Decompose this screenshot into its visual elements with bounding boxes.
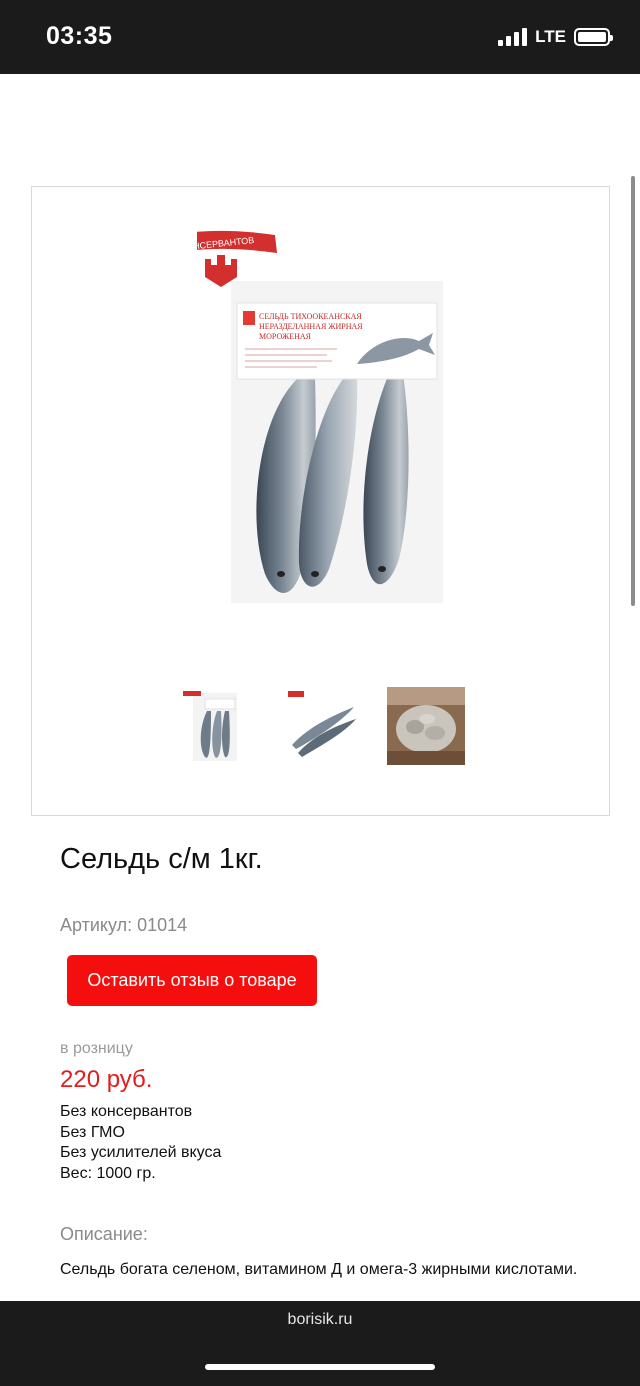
home-indicator[interactable] (205, 1364, 435, 1370)
product-price: 220 руб. (60, 1066, 153, 1093)
network-type: LTE (535, 27, 566, 46)
feature-item: Вес: 1000 гр. (60, 1164, 156, 1182)
status-indicators: LTE (498, 27, 613, 47)
status-bar: 03:35 LTE (0, 0, 640, 74)
price-label: в розницу (60, 1040, 133, 1057)
description-text: Сельдь богата селеном, витамином Д и оме… (60, 1261, 578, 1278)
package-label-line2: НЕРАЗДЕЛАННАЯ ЖИРНАЯ (259, 322, 363, 331)
product-title: Сельдь с/м 1кг. (60, 843, 263, 875)
feature-item: Без ГМО (60, 1123, 125, 1141)
feature-item: Без консервантов (60, 1103, 193, 1120)
product-gallery: СЕЛЬДЬ ТИХООКЕАНСКАЯ НЕРАЗДЕЛАННАЯ ЖИРНА… (31, 186, 610, 816)
feature-list: Без консервантов Без ГМО Без усилителей … (60, 1102, 221, 1184)
site-url[interactable]: borisik.ru (0, 1311, 640, 1329)
description-label: Описание: (60, 1224, 148, 1244)
package-label-line3: МОРОЖЕНАЯ (259, 332, 312, 341)
feature-item: Без усилителей вкуса (60, 1144, 222, 1161)
thumbnail-2[interactable] (282, 687, 360, 765)
product-sku: Артикул: 01014 (60, 915, 188, 935)
thumbnail-1[interactable] (175, 687, 253, 765)
leave-review-button[interactable]: Оставить отзыв о товаре (67, 955, 317, 1006)
scrollbar[interactable] (631, 176, 635, 606)
battery-icon (574, 28, 613, 46)
signal-icon (498, 28, 528, 46)
package-label-line1: СЕЛЬДЬ ТИХООКЕАНСКАЯ (259, 312, 362, 321)
product-main-image[interactable]: СЕЛЬДЬ ТИХООКЕАНСКАЯ НЕРАЗДЕЛАННАЯ ЖИРНА… (197, 229, 477, 609)
browser-bottom-bar: borisik.ru (0, 1301, 640, 1386)
status-time: 03:35 (46, 22, 113, 50)
thumbnail-3[interactable] (387, 687, 465, 765)
